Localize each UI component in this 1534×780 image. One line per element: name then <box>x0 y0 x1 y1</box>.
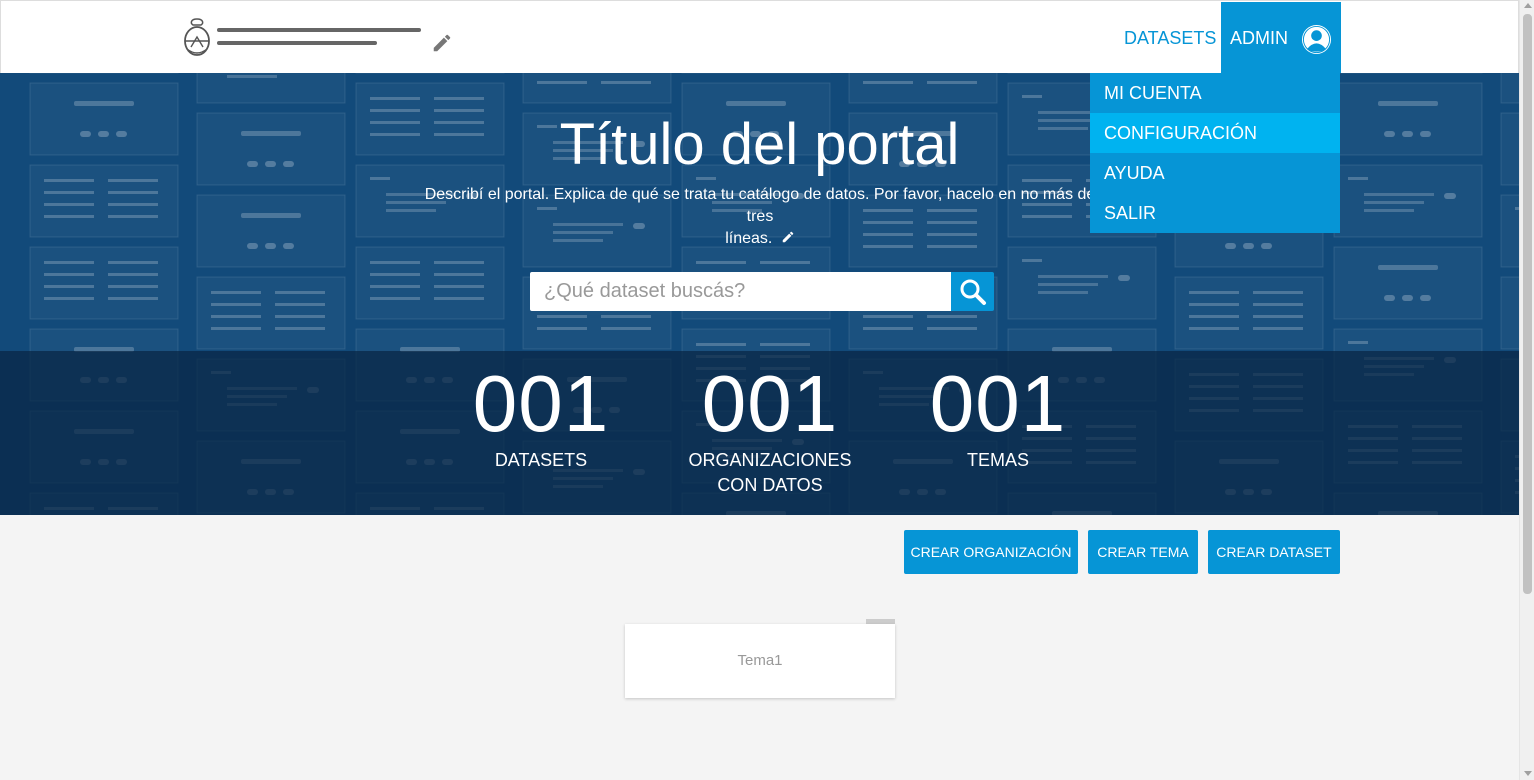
search-input[interactable] <box>530 272 951 311</box>
page-scrollbar[interactable] <box>1519 0 1534 780</box>
nav-admin-label: ADMIN <box>1230 28 1288 48</box>
create-dataset-button[interactable]: CREAR DATASET <box>1208 530 1340 574</box>
site-header: DATASETS ADMIN <box>0 0 1519 74</box>
user-avatar-icon <box>1301 24 1332 55</box>
pencil-icon[interactable] <box>431 32 453 54</box>
menu-item-mi-cuenta[interactable]: MI CUENTA <box>1090 73 1340 113</box>
stat-datasets[interactable]: 001 DATASETS <box>441 360 641 473</box>
create-organization-button[interactable]: CREAR ORGANIZACIÓN <box>904 530 1078 574</box>
search-button[interactable] <box>951 272 994 311</box>
stat-organizations-number: 001 <box>701 359 839 448</box>
stat-organizations-label-line1: ORGANIZACIONES <box>688 450 852 470</box>
dataset-search <box>530 272 994 311</box>
stat-datasets-label: DATASETS <box>494 450 588 470</box>
scroll-up-arrow-icon[interactable] <box>1524 3 1532 8</box>
menu-item-ayuda[interactable]: AYUDA <box>1090 153 1340 193</box>
coat-of-arms-icon[interactable] <box>181 17 213 59</box>
scrollbar-thumb[interactable] <box>1523 14 1532 594</box>
stat-datasets-number: 001 <box>472 359 610 448</box>
scroll-down-arrow-icon[interactable] <box>1524 771 1532 776</box>
theme-card[interactable]: Tema1 <box>625 624 895 698</box>
stat-organizations[interactable]: 001 ORGANIZACIONES CON DATOS <box>670 360 870 498</box>
stat-themes[interactable]: 001 TEMAS <box>898 360 1098 473</box>
stat-themes-number: 001 <box>929 359 1067 448</box>
nav-datasets-link[interactable]: DATASETS <box>1124 28 1216 49</box>
create-theme-button[interactable]: CREAR TEMA <box>1088 530 1198 574</box>
menu-item-salir[interactable]: SALIR <box>1090 193 1340 233</box>
pencil-icon[interactable] <box>781 230 795 244</box>
nav-admin-menu[interactable]: ADMIN <box>1221 2 1341 74</box>
logo-text-placeholder <box>217 28 421 45</box>
portal-description-line1: Describí el portal. Explica de qué se tr… <box>424 186 1096 225</box>
search-icon <box>960 279 986 305</box>
stat-organizations-label-line2: CON DATOS <box>717 475 823 495</box>
stat-themes-label: TEMAS <box>966 450 1029 470</box>
portal-description-line2: líneas. <box>725 230 773 247</box>
admin-dropdown-menu: MI CUENTA CONFIGURACIÓN AYUDA SALIR <box>1090 73 1340 233</box>
portal-description[interactable]: Describí el portal. Explica de qué se tr… <box>410 184 1110 250</box>
menu-item-configuracion[interactable]: CONFIGURACIÓN <box>1090 113 1340 153</box>
